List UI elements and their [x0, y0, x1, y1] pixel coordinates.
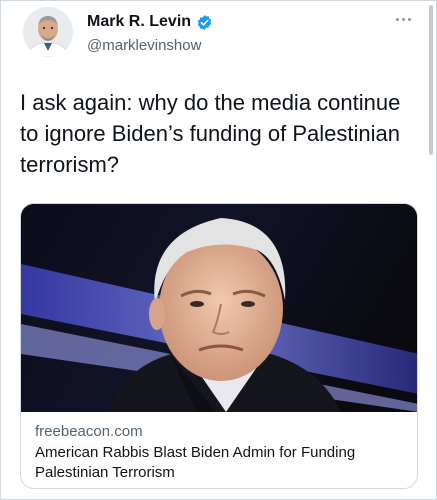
more-dot — [396, 17, 399, 21]
more-dot — [408, 17, 411, 21]
author-avatar-image — [23, 7, 73, 57]
more-options-icon[interactable] — [396, 13, 416, 25]
card-image[interactable] — [21, 204, 417, 412]
card-meta: freebeacon.com American Rabbis Blast Bid… — [35, 422, 405, 483]
author-display-name[interactable]: Mark R. Levin — [87, 13, 191, 31]
card-domain: freebeacon.com — [35, 423, 143, 440]
more-dot — [402, 17, 405, 21]
author-avatar[interactable] — [23, 7, 73, 57]
scrollbar[interactable] — [429, 5, 433, 155]
tweet-text: I ask again: why do the media continue t… — [20, 90, 401, 177]
card-photo — [21, 204, 417, 412]
tweet-header: Mark R. Levin @marklevinshow — [23, 7, 422, 63]
author-name-row: Mark R. Levin — [87, 13, 213, 31]
link-preview-card[interactable]: freebeacon.com American Rabbis Blast Bid… — [20, 203, 418, 489]
tweet-container: Mark R. Levin @marklevinshow I ask again… — [0, 0, 437, 500]
card-title[interactable]: American Rabbis Blast Biden Admin for Fu… — [35, 443, 405, 483]
author-handle[interactable]: @marklevinshow — [87, 37, 201, 54]
verified-badge-icon — [196, 14, 213, 31]
